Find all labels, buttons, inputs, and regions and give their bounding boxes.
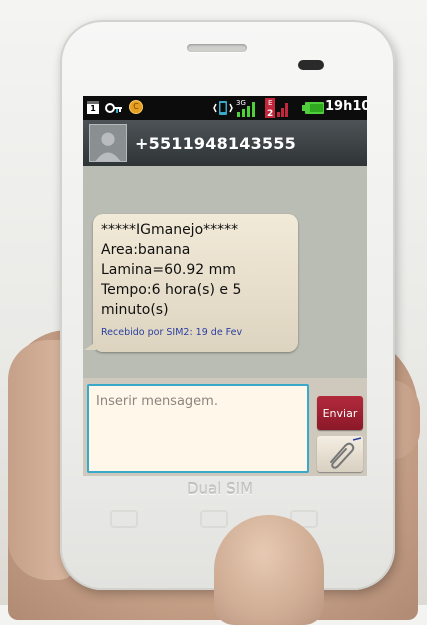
vibrate-icon	[213, 101, 233, 115]
sim2-badge: 2	[267, 109, 273, 118]
attach-button[interactable]	[317, 436, 363, 472]
signal-3g-icon: 3G	[236, 99, 255, 117]
signal-3g-label: 3G	[236, 99, 246, 107]
message-received-info: Recebido por SIM2: 19 de Fev	[101, 327, 243, 338]
phone-screen: 1 C 3G E 2 19h10 +5511948143555 *****IGm…	[83, 96, 367, 476]
battery-icon	[302, 102, 324, 114]
message-body: *****IGmanejo***** Area:banana Lamina=60…	[101, 222, 242, 318]
status-bar: 1 C 3G E 2 19h10	[83, 96, 367, 120]
message-bubble-tail	[84, 342, 96, 350]
clock-time: 19h10	[325, 99, 367, 114]
send-button[interactable]: Enviar	[317, 396, 363, 430]
paperclip-icon	[330, 437, 362, 469]
key-icon	[105, 103, 122, 113]
device-brand-label: Dual SIM	[186, 480, 254, 498]
contact-number[interactable]: +5511948143555	[135, 134, 296, 153]
back-hardware-button[interactable]	[110, 510, 138, 528]
signal-e-icon: E 2	[265, 98, 288, 118]
home-hardware-button[interactable]	[200, 510, 228, 528]
conversation-header: +5511948143555	[83, 120, 367, 166]
thumb	[214, 515, 324, 625]
coin-icon: C	[129, 100, 143, 114]
message-bubble[interactable]: *****IGmanejo***** Area:banana Lamina=60…	[93, 214, 298, 352]
calendar-icon: 1	[87, 101, 99, 114]
message-input[interactable]: Inserir mensagem.	[87, 384, 309, 473]
front-sensor	[298, 60, 324, 70]
message-input-placeholder: Inserir mensagem.	[96, 394, 218, 409]
earpiece-speaker	[187, 44, 247, 52]
avatar-icon[interactable]	[89, 124, 127, 162]
signal-e-label: E	[268, 99, 272, 107]
composer-bar: Inserir mensagem. Enviar	[83, 378, 367, 476]
message-list[interactable]: *****IGmanejo***** Area:banana Lamina=60…	[83, 166, 367, 378]
